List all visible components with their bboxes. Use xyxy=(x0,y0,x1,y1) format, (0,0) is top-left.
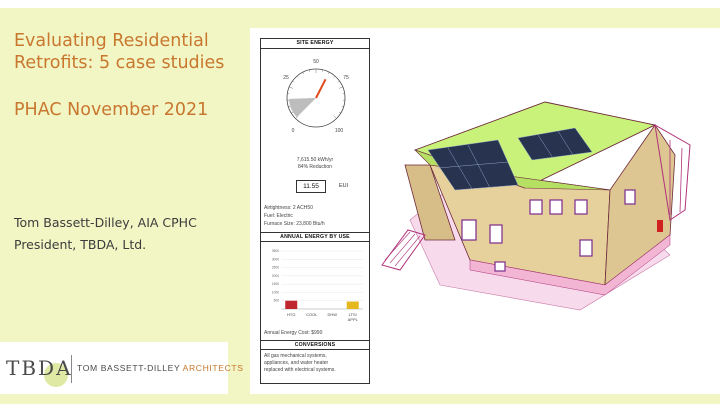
gauge-tick-25: 25 xyxy=(283,75,289,81)
eui-value: 11.55 xyxy=(296,180,326,193)
airtightness-text: Airtightness: 2 ACH50 xyxy=(264,205,313,211)
energy-panel: SITE ENERGY 50 25 75 0 100 7,615.50 kWh/… xyxy=(260,38,370,384)
porch-post xyxy=(679,147,683,213)
gauge-tick xyxy=(289,86,293,89)
conversions-line-2: appliances, and water heater xyxy=(264,360,329,366)
heat-pump-unit xyxy=(657,220,663,232)
window xyxy=(624,189,636,205)
author-role: President, TBDA, Ltd. xyxy=(14,237,147,252)
gauge-tick xyxy=(337,80,340,83)
chart-category-label: HTG xyxy=(287,312,295,317)
annual-cost-text: Annual Energy Cost: $990 xyxy=(264,330,323,336)
chart-ytick-label: 3000 xyxy=(272,257,279,261)
chart-category-label: COOL xyxy=(306,312,318,317)
gauge-tick xyxy=(292,80,295,83)
author-block: Tom Bassett-Dilley, AIA CPHC President, … xyxy=(14,212,197,256)
reduction-value: 84% Reduction xyxy=(298,164,332,170)
window-top-edge xyxy=(0,0,720,8)
chart-ytick-label: 1500 xyxy=(272,282,279,286)
window xyxy=(529,199,543,215)
logo-company-name: TOM BASSETT-DILLEY ARCHITECTS xyxy=(77,363,244,373)
gauge-tick xyxy=(338,111,341,114)
gauge-tick xyxy=(339,86,343,89)
chart-bar xyxy=(285,300,298,309)
window xyxy=(549,199,563,215)
chart-ytick-label: 2000 xyxy=(272,274,279,278)
gauge-tick-0: 0 xyxy=(292,128,295,134)
gauge-needle xyxy=(315,78,327,99)
conversions-header: CONVERSIONS xyxy=(261,340,369,350)
chart-ytick-label: 2500 xyxy=(272,266,279,270)
basement-window xyxy=(494,261,506,272)
energy-value: 7,615.50 kWh/yr xyxy=(296,157,334,163)
chart-ytick-label: 1000 xyxy=(272,290,279,294)
logo-mark: TBDA xyxy=(6,356,73,380)
gauge-reduction-wedge xyxy=(289,98,316,118)
gauge-tick-75: 75 xyxy=(343,75,349,81)
gauge-tick xyxy=(333,75,335,78)
window xyxy=(574,199,588,215)
chart-bar xyxy=(346,301,359,309)
chart-category-label: DHW xyxy=(327,312,337,317)
slide-subtitle: PHAC November 2021 xyxy=(14,100,209,120)
conversions-line-1: All gas mechanical systems, xyxy=(264,353,327,359)
house-3d-model xyxy=(381,101,691,311)
gauge-tick xyxy=(297,75,299,78)
chart-ytick-label: 3500 xyxy=(272,249,279,253)
gauge-tick-50: 50 xyxy=(313,59,319,65)
gauge-tick xyxy=(302,72,304,75)
window xyxy=(461,219,477,241)
window xyxy=(489,224,503,244)
site-energy-header: SITE ENERGY xyxy=(261,39,369,49)
chart-category-label: APPL xyxy=(348,317,359,322)
slide-title: Evaluating Residential Retrofits: 5 case… xyxy=(14,31,225,73)
gauge-tick xyxy=(291,111,294,114)
conversions-line-3: replaced with electrical systems. xyxy=(264,367,336,373)
furnace-text: Furnace Size: 23,800 Btu/h xyxy=(264,221,325,227)
annual-energy-header: ANNUAL ENERGY BY USE xyxy=(261,232,369,242)
logo-divider xyxy=(71,355,72,383)
window xyxy=(579,239,593,257)
author-name: Tom Bassett-Dilley, AIA CPHC xyxy=(14,215,197,230)
eui-label: EUI xyxy=(339,183,348,189)
stair-rail xyxy=(394,235,421,267)
gauge-tick xyxy=(333,115,337,119)
chart-ytick-label: 500 xyxy=(274,299,280,303)
stair-rail xyxy=(384,231,411,261)
energy-gauge: 50 25 75 0 100 xyxy=(283,59,349,134)
gauge-tick xyxy=(328,72,330,75)
logo-name-accent: ARCHITECTS xyxy=(182,363,244,373)
gauge-tick-100: 100 xyxy=(335,128,344,134)
annual-energy-chart: 350030002500200015001000500HTG COOL DHW LTS… xyxy=(272,249,363,322)
logo-name-main: TOM BASSETT-DILLEY xyxy=(77,363,181,373)
fuel-text: Fuel: Electric xyxy=(264,213,293,219)
